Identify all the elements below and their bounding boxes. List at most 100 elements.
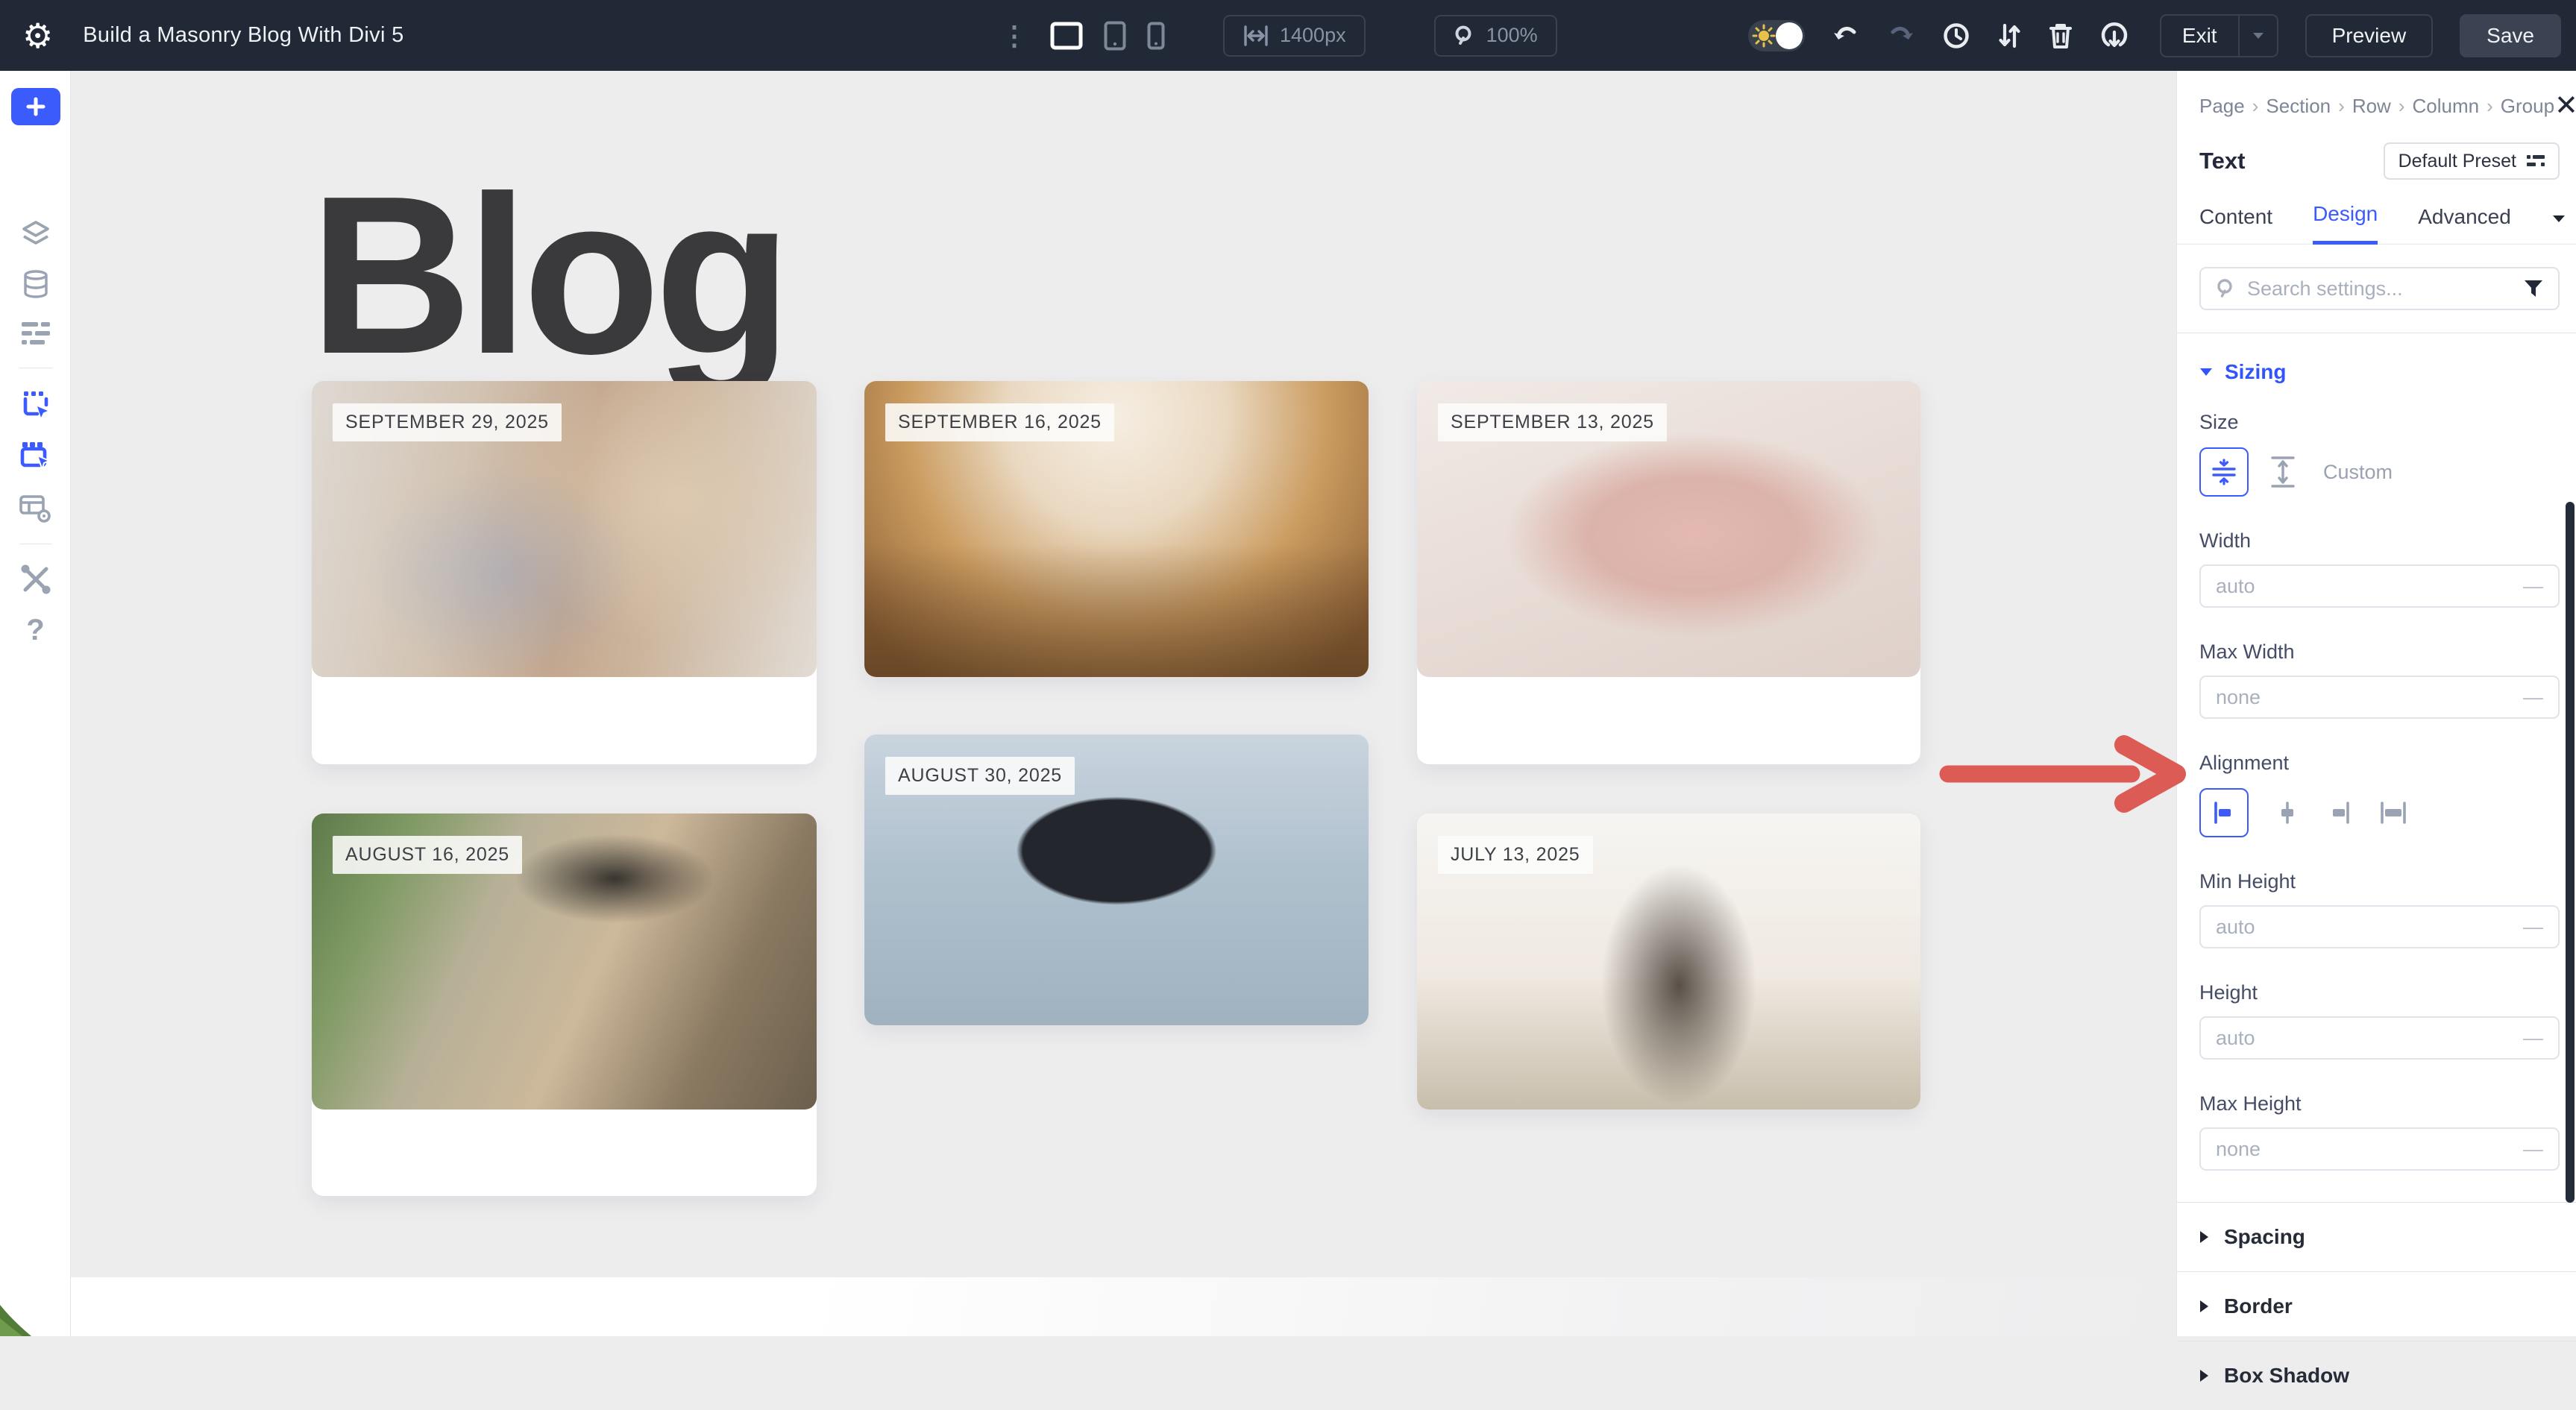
builder-left-sidebar: ? bbox=[0, 71, 71, 1336]
align-right-button[interactable] bbox=[2326, 799, 2353, 826]
size-custom-option[interactable]: Custom bbox=[2323, 461, 2393, 484]
search-settings-input[interactable] bbox=[2247, 277, 2513, 300]
blog-card[interactable]: AUGUST 16, 2025 bbox=[312, 813, 817, 1196]
width-input[interactable] bbox=[2216, 575, 2523, 598]
width-field[interactable]: — bbox=[2199, 564, 2560, 608]
panel-scrollbar[interactable] bbox=[2566, 502, 2575, 1203]
align-right-icon bbox=[2326, 799, 2353, 826]
corner-plant-image bbox=[0, 1302, 31, 1336]
height-label: Height bbox=[2199, 981, 2560, 1004]
border-section-header[interactable]: Border bbox=[2199, 1272, 2560, 1341]
filter-funnel-icon[interactable] bbox=[2524, 280, 2543, 298]
blog-card-date-badge: SEPTEMBER 29, 2025 bbox=[333, 403, 562, 441]
save-button[interactable]: Save bbox=[2460, 14, 2561, 57]
portability-icon[interactable] bbox=[2100, 22, 2129, 50]
content-list-icon[interactable] bbox=[0, 320, 71, 347]
tab-advanced[interactable]: Advanced bbox=[2418, 205, 2511, 244]
light-dark-mode-toggle[interactable] bbox=[1748, 20, 1805, 51]
min-height-input[interactable] bbox=[2216, 916, 2523, 939]
size-fit-icon bbox=[2210, 458, 2238, 486]
sun-icon bbox=[1752, 24, 1776, 51]
blog-card-date-badge: AUGUST 30, 2025 bbox=[885, 757, 1075, 795]
canvas-width-value: 1400px bbox=[1280, 24, 1346, 47]
min-height-field[interactable]: — bbox=[2199, 905, 2560, 948]
exit-dropdown-caret-icon[interactable] bbox=[2240, 31, 2277, 40]
undo-icon[interactable] bbox=[1832, 23, 1860, 48]
breadcrumb-section[interactable]: Section bbox=[2245, 95, 2331, 118]
toolbar-overflow-menu-icon[interactable]: ⋮ bbox=[1001, 20, 1028, 51]
page-settings-gear-icon[interactable]: ⚙ bbox=[22, 19, 53, 53]
hover-mode-icon[interactable] bbox=[0, 441, 71, 472]
height-field[interactable]: — bbox=[2199, 1016, 2560, 1060]
tablet-view-icon[interactable] bbox=[1104, 21, 1126, 51]
chevron-right-icon bbox=[2199, 1230, 2209, 1244]
tabs-dropdown-caret-icon[interactable] bbox=[2551, 214, 2566, 224]
layer-order-icon[interactable] bbox=[1997, 22, 2021, 50]
trash-icon[interactable] bbox=[2048, 22, 2073, 50]
alignment-label: Alignment bbox=[2199, 752, 2560, 775]
blog-card[interactable]: SEPTEMBER 13, 2025 bbox=[1417, 381, 1920, 764]
width-label: Width bbox=[2199, 529, 2560, 553]
max-height-reset-dash: — bbox=[2523, 1138, 2543, 1161]
zoom-magnifier-icon bbox=[1454, 25, 1476, 47]
phone-view-icon[interactable] bbox=[1147, 22, 1165, 50]
max-width-input[interactable] bbox=[2216, 686, 2523, 709]
canvas-zoom-control[interactable]: 100% bbox=[1434, 15, 1557, 57]
builder-canvas[interactable]: Blog SEPTEMBER 29, 2025 SEPTEMBER 16, 20… bbox=[71, 71, 2176, 1336]
blog-card[interactable]: JULY 13, 2025 bbox=[1417, 813, 1920, 1110]
breadcrumb-group[interactable]: Group bbox=[2479, 95, 2554, 118]
height-reset-dash: — bbox=[2523, 1027, 2543, 1050]
align-center-button[interactable] bbox=[2274, 799, 2301, 826]
blog-card[interactable]: AUGUST 30, 2025 bbox=[864, 734, 1369, 1025]
align-left-button[interactable] bbox=[2199, 788, 2249, 837]
desktop-view-icon[interactable] bbox=[1050, 22, 1083, 50]
align-stretch-button[interactable] bbox=[2378, 799, 2408, 826]
sizing-section-header[interactable]: Sizing bbox=[2199, 360, 2560, 384]
chevron-down-icon bbox=[2199, 368, 2213, 377]
chevron-right-icon bbox=[2199, 1300, 2209, 1313]
blog-card-date-badge: SEPTEMBER 13, 2025 bbox=[1438, 403, 1667, 441]
max-width-label: Max Width bbox=[2199, 641, 2560, 664]
blog-card-date-badge: SEPTEMBER 16, 2025 bbox=[885, 403, 1114, 441]
align-stretch-icon bbox=[2378, 799, 2408, 826]
breadcrumb-page[interactable]: Page bbox=[2199, 95, 2245, 118]
spacing-section-header[interactable]: Spacing bbox=[2199, 1203, 2560, 1271]
top-toolbar: ⚙ Build a Masonry Blog With Divi 5 ⋮ 140… bbox=[0, 0, 2576, 71]
blog-card-date-badge: AUGUST 16, 2025 bbox=[333, 836, 522, 874]
breadcrumb-row[interactable]: Row bbox=[2331, 95, 2391, 118]
max-height-field[interactable]: — bbox=[2199, 1127, 2560, 1171]
canvas-zoom-value: 100% bbox=[1486, 24, 1538, 47]
blog-card[interactable]: SEPTEMBER 16, 2025 bbox=[864, 381, 1369, 677]
align-left-icon bbox=[2211, 799, 2237, 826]
save-button-label: Save bbox=[2487, 24, 2534, 48]
click-mode-icon[interactable] bbox=[0, 390, 71, 421]
tab-design[interactable]: Design bbox=[2313, 202, 2378, 245]
breadcrumb-column[interactable]: Column bbox=[2391, 95, 2479, 118]
size-expand-button[interactable] bbox=[2268, 455, 2298, 489]
blog-page-heading: Blog bbox=[310, 151, 786, 399]
min-height-reset-dash: — bbox=[2523, 916, 2543, 939]
layers-panel-icon[interactable] bbox=[0, 220, 71, 248]
preview-button[interactable]: Preview bbox=[2305, 14, 2434, 57]
close-icon[interactable]: ✕ bbox=[2554, 92, 2576, 120]
tab-content[interactable]: Content bbox=[2199, 205, 2272, 244]
box-shadow-section-header[interactable]: Box Shadow bbox=[2199, 1341, 2560, 1410]
default-preset-button[interactable]: Default Preset bbox=[2384, 142, 2560, 180]
redo-icon[interactable] bbox=[1887, 23, 1915, 48]
exit-button[interactable]: Exit bbox=[2160, 14, 2278, 57]
help-icon[interactable]: ? bbox=[0, 614, 71, 647]
tools-icon[interactable] bbox=[0, 563, 71, 596]
exit-button-label: Exit bbox=[2161, 24, 2238, 48]
blog-card[interactable]: SEPTEMBER 29, 2025 bbox=[312, 381, 817, 764]
max-height-input[interactable] bbox=[2216, 1138, 2523, 1161]
add-module-button[interactable] bbox=[11, 88, 60, 125]
wireframe-view-icon[interactable] bbox=[0, 493, 71, 523]
page-title: Build a Masonry Blog With Divi 5 bbox=[83, 23, 403, 48]
database-library-icon[interactable] bbox=[0, 269, 71, 299]
size-fit-button[interactable] bbox=[2199, 447, 2249, 497]
chevron-right-icon bbox=[2199, 1369, 2209, 1382]
height-input[interactable] bbox=[2216, 1027, 2523, 1050]
history-icon[interactable] bbox=[1942, 22, 1970, 50]
max-width-field[interactable]: — bbox=[2199, 676, 2560, 719]
canvas-width-control[interactable]: 1400px bbox=[1223, 15, 1366, 57]
